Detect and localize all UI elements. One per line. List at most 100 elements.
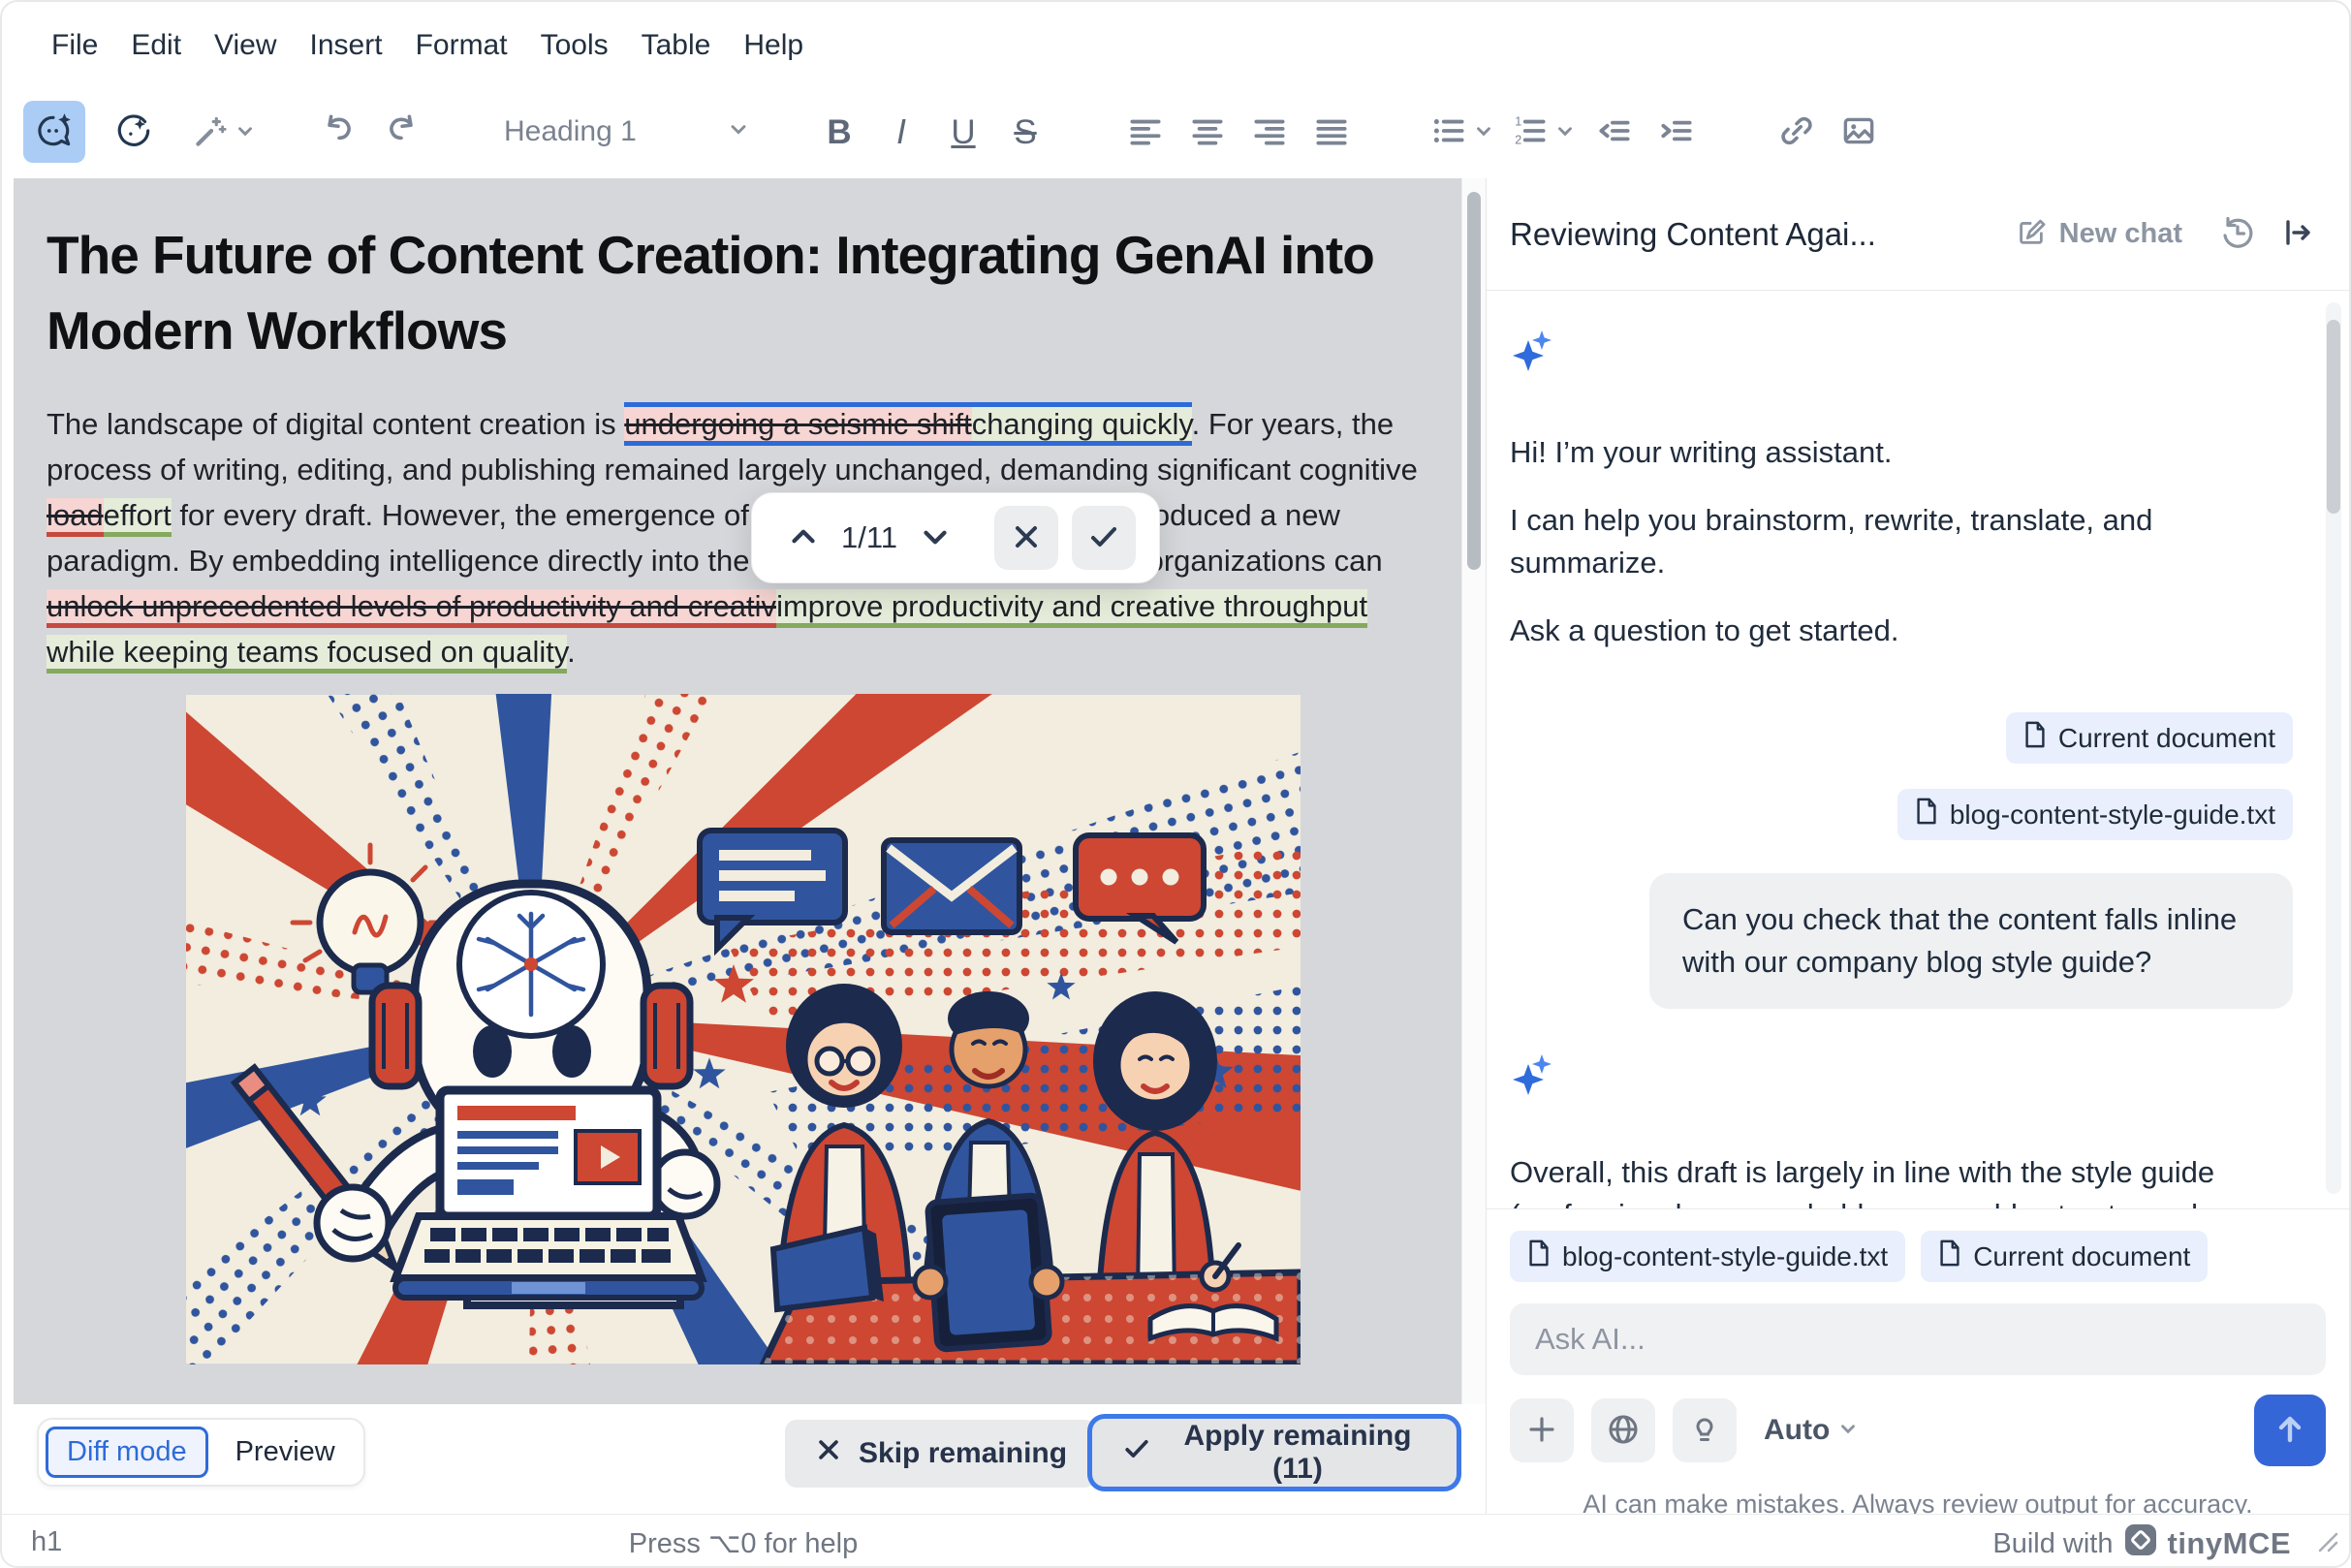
- document-illustration[interactable]: [14, 178, 1461, 1404]
- chevron-down-icon: [1837, 1414, 1859, 1447]
- bullet-list-icon: [1428, 110, 1469, 154]
- ai-review-icon: [113, 110, 154, 154]
- align-left-icon: [1125, 110, 1166, 154]
- redo-button[interactable]: [370, 101, 432, 163]
- strikethrough-button[interactable]: S: [994, 101, 1056, 163]
- accept-change-button[interactable]: [1072, 506, 1136, 570]
- history-icon: [2219, 214, 2256, 254]
- numbered-list-button[interactable]: 1 2: [1502, 101, 1583, 163]
- lightbulb-icon: [1686, 1411, 1723, 1451]
- menu-view[interactable]: View: [198, 21, 293, 70]
- tinymce-logo: [2124, 1524, 2156, 1563]
- chevron-down-icon: [1473, 120, 1494, 144]
- chat-transcript: Hi! I’m your writing assistant. I can he…: [1487, 291, 2349, 1208]
- assistant-header: Reviewing Content Agai... New chat: [1487, 178, 2349, 291]
- menu-tools[interactable]: Tools: [524, 21, 625, 70]
- preview-toggle[interactable]: Preview: [214, 1427, 357, 1478]
- collapse-panel-button[interactable]: [2268, 214, 2328, 254]
- menu-table[interactable]: Table: [625, 21, 728, 70]
- web-search-button[interactable]: [1591, 1398, 1655, 1462]
- bold-button[interactable]: B: [808, 101, 870, 163]
- next-change-button[interactable]: [917, 518, 954, 558]
- statusbar: h1 Press ⌥0 for help Build with tinyMCE: [2, 1514, 2349, 1566]
- new-chat-label: New chat: [2058, 218, 2182, 249]
- format-select[interactable]: Heading 1: [490, 101, 764, 163]
- ai-assistant-button[interactable]: [23, 101, 85, 163]
- composer-chip-current-document[interactable]: Current document: [1921, 1231, 2209, 1282]
- menu-insert[interactable]: Insert: [294, 21, 399, 70]
- menu-file[interactable]: File: [35, 21, 114, 70]
- assistant-message: Ask a question to get started.: [1510, 613, 1899, 647]
- assistant-message: Hi! I’m your writing assistant.: [1510, 435, 1893, 469]
- context-chip-current-document[interactable]: Current document: [2005, 712, 2293, 764]
- document-icon: [2023, 721, 2047, 755]
- underline-button[interactable]: U: [932, 101, 994, 163]
- underline-icon: U: [951, 112, 976, 151]
- outdent-button[interactable]: [1583, 101, 1646, 163]
- diff-insertion[interactable]: effort: [103, 498, 172, 537]
- ai-review-button[interactable]: [103, 101, 165, 163]
- italic-icon: I: [895, 111, 906, 151]
- branding-prefix: Build with: [1992, 1527, 2114, 1559]
- ai-sparkle-icon: [1510, 1051, 2293, 1103]
- branding-name: tinyMCE: [2167, 1526, 2291, 1560]
- composer-toolbar: Auto: [1510, 1395, 2326, 1466]
- bullet-list-button[interactable]: [1421, 101, 1502, 163]
- editor-scrollbar-thumb[interactable]: [1467, 192, 1481, 570]
- align-left-button[interactable]: [1114, 101, 1176, 163]
- menu-edit[interactable]: Edit: [114, 21, 198, 70]
- reject-change-button[interactable]: [994, 506, 1058, 570]
- chat-history-button[interactable]: [2208, 214, 2268, 254]
- document-icon: [1915, 798, 1938, 831]
- diff-deletion[interactable]: load: [47, 498, 104, 537]
- menu-help[interactable]: Help: [727, 21, 820, 70]
- compose-icon: [2015, 214, 2048, 255]
- model-mode-select[interactable]: Auto: [1764, 1414, 1859, 1447]
- indent-button[interactable]: [1646, 101, 1708, 163]
- diff-deletion[interactable]: unlock unprecedented levels of productiv…: [47, 589, 777, 628]
- diff-mode-toggle[interactable]: Diff mode: [46, 1427, 208, 1478]
- chevron-up-icon: [785, 518, 822, 558]
- editor-canvas[interactable]: The Future of Content Creation: Integrat…: [14, 178, 1461, 1404]
- attach-button[interactable]: [1510, 1398, 1574, 1462]
- chat-scrollbar-thumb[interactable]: [2327, 320, 2340, 514]
- view-mode-toggle: Diff mode Preview: [37, 1418, 365, 1487]
- justify-icon: [1311, 110, 1352, 154]
- svg-text:2: 2: [1515, 133, 1521, 146]
- undo-icon: [319, 110, 360, 154]
- undo-button[interactable]: [308, 101, 370, 163]
- send-button[interactable]: [2254, 1395, 2326, 1466]
- menubar: File Edit View Insert Format Tools Table…: [35, 17, 820, 74]
- skip-remaining-button[interactable]: Skip remaining: [785, 1420, 1097, 1488]
- apply-remaining-button[interactable]: Apply remaining (11): [1087, 1414, 1461, 1491]
- outdent-icon: [1594, 110, 1635, 154]
- composer-chip-style-guide[interactable]: blog-content-style-guide.txt: [1510, 1231, 1906, 1282]
- link-icon: [1776, 110, 1817, 154]
- previous-change-button[interactable]: [785, 518, 822, 558]
- ai-shortcuts-button[interactable]: [182, 101, 264, 163]
- ask-ai-input[interactable]: [1510, 1303, 2326, 1375]
- diff-deletion-selected[interactable]: undergoing a seismic shift: [624, 402, 972, 446]
- diff-insertion-selected[interactable]: changing quickly: [971, 402, 1192, 446]
- send-arrow-icon: [2271, 1410, 2309, 1452]
- check-icon: [1086, 519, 1121, 557]
- new-chat-button[interactable]: New chat: [2015, 214, 2182, 255]
- paragraph-text: .: [567, 635, 576, 669]
- resize-handle-icon[interactable]: [2314, 1528, 2339, 1558]
- diff-footer-bar: Diff mode Preview Skip remaining Apply r…: [14, 1404, 1461, 1514]
- plus-icon: [1524, 1412, 1559, 1450]
- link-button[interactable]: [1766, 101, 1828, 163]
- italic-button[interactable]: I: [870, 101, 932, 163]
- context-chip-style-guide[interactable]: blog-content-style-guide.txt: [1896, 789, 2293, 840]
- align-right-button[interactable]: [1238, 101, 1301, 163]
- model-mode-value: Auto: [1764, 1414, 1831, 1446]
- editor-scrollbar: [1461, 178, 1486, 1404]
- menu-format[interactable]: Format: [399, 21, 524, 70]
- branding[interactable]: Build with tinyMCE: [1992, 1524, 2291, 1563]
- justify-button[interactable]: [1301, 101, 1363, 163]
- skip-remaining-label: Skip remaining: [859, 1437, 1068, 1469]
- suggestions-button[interactable]: [1673, 1398, 1737, 1462]
- document-title: The Future of Content Creation: Integrat…: [47, 225, 1375, 361]
- image-button[interactable]: [1828, 101, 1890, 163]
- align-center-button[interactable]: [1176, 101, 1238, 163]
